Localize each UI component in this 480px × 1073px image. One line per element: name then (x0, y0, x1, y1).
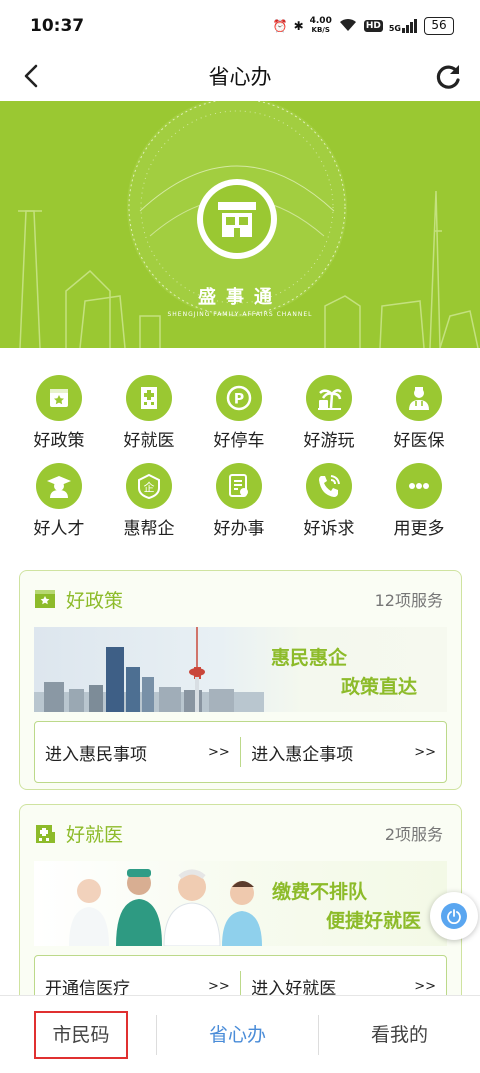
grid-label: 好医保 (393, 431, 445, 451)
net-speed: 4.00 KB/S (309, 16, 332, 35)
card-slogan-2: 便捷好就医 (325, 910, 421, 932)
grid-item-enterprise[interactable]: 企 惠帮企 (104, 463, 194, 541)
refresh-icon (436, 65, 460, 89)
medical-card-image: 缴费不排队 便捷好就医 (34, 861, 447, 946)
card-links: 进入惠民事项 >> 进入惠企事项 >> (34, 721, 447, 783)
bluetooth-icon: ✱ (293, 19, 304, 33)
doctor-icon (396, 375, 442, 421)
grid-item-travel[interactable]: 好游玩 (284, 375, 374, 453)
document-icon (216, 463, 262, 509)
grid-item-policy[interactable]: 好政策 (14, 375, 104, 453)
grid-label: 好停车 (213, 431, 265, 451)
parking-icon: P (216, 375, 262, 421)
tab-easy-service[interactable]: 省心办 (157, 1015, 318, 1055)
policy-icon (35, 590, 55, 608)
medical-staff-image (69, 869, 262, 946)
grid-label: 好就医 (123, 431, 175, 451)
signal-icon: 5G (389, 19, 418, 33)
link-enterprise-affairs[interactable]: 进入惠企事项 >> (241, 740, 446, 765)
chevron-left-icon (24, 64, 38, 88)
policy-icon (36, 375, 82, 421)
grid-label: 好政策 (33, 431, 85, 451)
wifi-icon (338, 17, 358, 36)
hd-badge: HD (363, 20, 383, 32)
grid-label: 好人才 (33, 519, 85, 539)
tab-my-profile[interactable]: 看我的 (319, 1015, 480, 1055)
banner: 盛事通 SHENGJING FAMILY AFFAIRS CHANNEL (0, 101, 480, 348)
battery-indicator: 56 (424, 17, 454, 35)
travel-icon (306, 375, 352, 421)
page-title: 省心办 (208, 65, 272, 89)
alarm-icon: ⏰ (272, 19, 288, 33)
link-label: 进入惠企事项 (251, 744, 354, 765)
card-header: 好政策 12项服务 (20, 571, 461, 627)
banner-brand: 盛事通 SHENGJING FAMILY AFFAIRS CHANNEL (0, 283, 480, 318)
card-slogan-2: 政策直达 (340, 676, 417, 698)
enterprise-icon: 企 (126, 463, 172, 509)
link-label: 进入惠民事项 (45, 744, 147, 765)
svg-text:企: 企 (144, 480, 155, 494)
hospital-icon (36, 825, 55, 843)
more-icon (396, 463, 442, 509)
hospital-icon (126, 375, 172, 421)
service-grid: 好政策 好就医 P 好停车 好游玩 好医保 好人才 企 惠帮企 好办事 好诉求 … (14, 375, 466, 541)
card-header: 好就医 2项服务 (20, 805, 461, 861)
card-slogan-1: 惠民惠企 (270, 647, 347, 669)
policy-card-image: 惠民惠企 政策直达 (34, 627, 447, 712)
grid-item-hospital[interactable]: 好就医 (104, 375, 194, 453)
nav-bar: 省心办 (0, 52, 480, 100)
grid-item-more[interactable]: 用更多 (374, 463, 464, 541)
back-button[interactable] (14, 58, 50, 94)
double-arrow-icon: >> (207, 978, 230, 994)
card-count: 12项服务 (374, 591, 443, 610)
grid-label: 好游玩 (303, 431, 355, 451)
phone-icon (306, 463, 352, 509)
card-title: 好政策 (66, 589, 124, 612)
card-title-wrap: 好政策 (34, 586, 123, 613)
refresh-button[interactable] (430, 58, 466, 94)
medical-card: 好就医 2项服务 缴费不排队 便捷好就医 开通信医疗 >> 进入好就医 >> (19, 804, 462, 1024)
city-skyline-image (34, 627, 264, 712)
card-count: 2项服务 (384, 825, 443, 844)
tab-citizen-code[interactable]: 市民码 (34, 1010, 128, 1059)
link-residents-affairs[interactable]: 进入惠民事项 >> (35, 740, 240, 765)
grid-label: 用更多 (393, 519, 445, 539)
grid-item-affairs[interactable]: 好办事 (194, 463, 284, 541)
status-bar: 10:37 ⏰ ✱ 4.00 KB/S HD 5G 56 (0, 0, 480, 52)
grid-label: 惠帮企 (123, 519, 175, 539)
grid-label: 好办事 (213, 519, 265, 539)
grid-item-parking[interactable]: P 好停车 (194, 375, 284, 453)
graduate-icon (36, 463, 82, 509)
power-icon (441, 903, 467, 929)
grid-label: 好诉求 (303, 519, 355, 539)
card-slogan-1: 缴费不排队 (271, 881, 367, 903)
banner-title: 盛事通 (198, 287, 282, 308)
grid-item-talent[interactable]: 好人才 (14, 463, 104, 541)
card-title-wrap: 好就医 (34, 820, 123, 847)
double-arrow-icon: >> (414, 744, 436, 760)
policy-card: 好政策 12项服务 惠民惠企 政策直达 进入惠民事项 >> 进入惠企事项 >> (19, 570, 462, 790)
floating-power-button[interactable] (430, 892, 478, 940)
status-icons: ⏰ ✱ 4.00 KB/S HD 5G 56 (273, 17, 454, 36)
grid-item-doctor[interactable]: 好医保 (374, 375, 464, 453)
svg-text:P: P (234, 392, 244, 408)
double-arrow-icon: >> (207, 744, 230, 760)
card-title: 好就医 (66, 823, 124, 846)
double-arrow-icon: >> (414, 978, 436, 994)
banner-subtitle: SHENGJING FAMILY AFFAIRS CHANNEL (167, 311, 313, 318)
bottom-tab-bar: 市民码 省心办 看我的 (0, 995, 480, 1073)
grid-item-appeal[interactable]: 好诉求 (284, 463, 374, 541)
status-time: 10:37 (30, 16, 85, 36)
